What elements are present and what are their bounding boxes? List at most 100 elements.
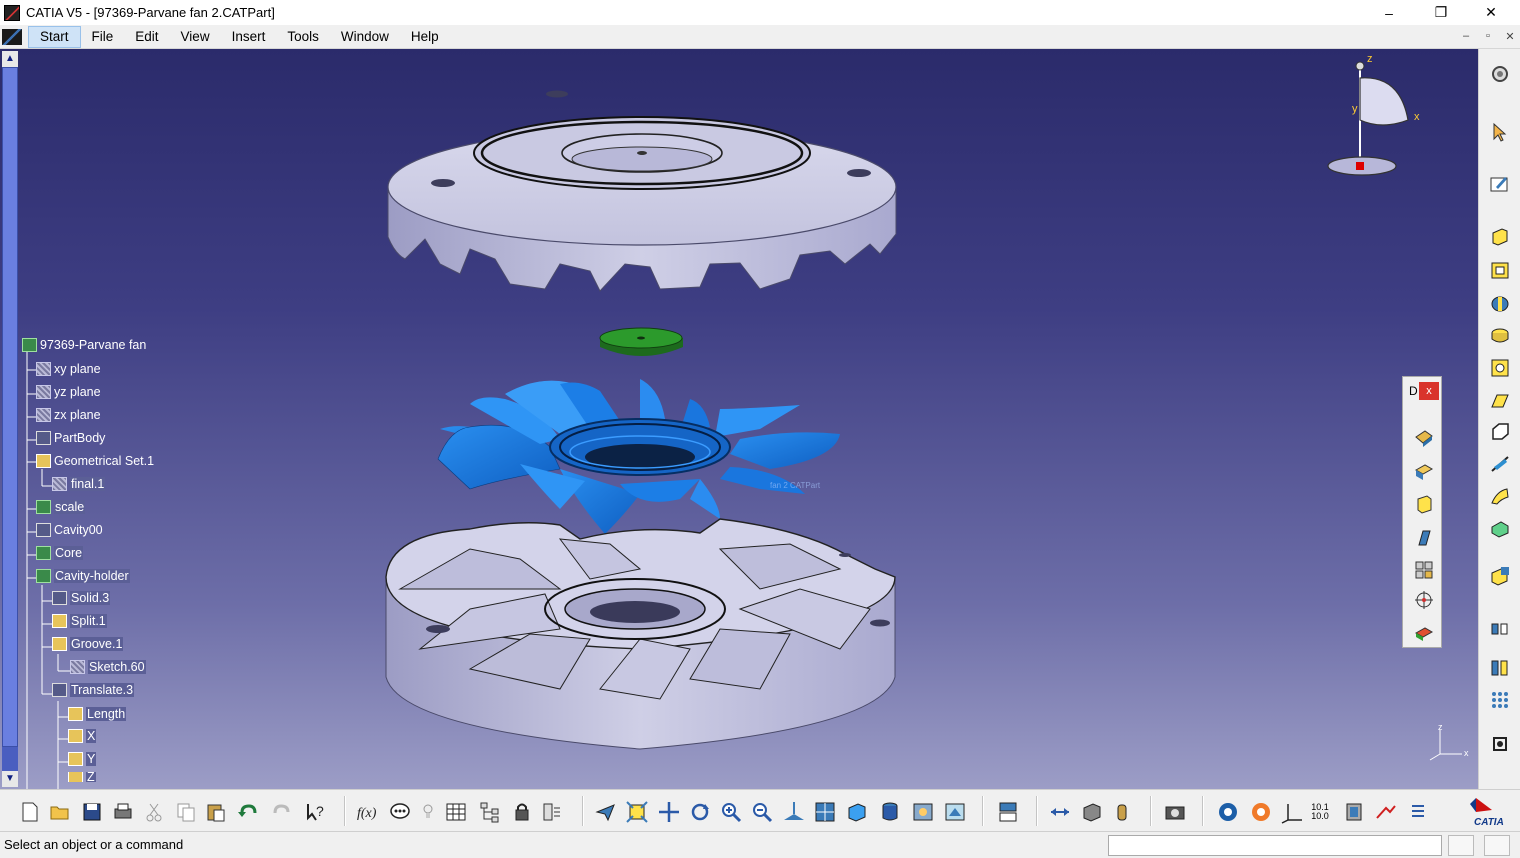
loft-icon[interactable]	[1489, 485, 1511, 507]
maximize-button[interactable]: ❐	[1418, 0, 1464, 25]
table-icon[interactable]	[444, 800, 468, 824]
fillet-icon[interactable]	[1489, 517, 1511, 539]
measure-item-icon[interactable]	[1080, 800, 1104, 824]
tree-item-translate[interactable]: Translate.3	[52, 683, 135, 697]
groove-icon[interactable]	[1489, 325, 1511, 347]
tree-item-zx-plane[interactable]: zx plane	[36, 408, 101, 422]
catia-app-icon[interactable]	[4, 4, 20, 21]
open-icon[interactable]	[48, 800, 72, 824]
thickness-icon[interactable]	[1413, 461, 1435, 483]
knowledge-icon[interactable]	[388, 800, 412, 824]
tree-item-y[interactable]: Y	[68, 752, 97, 766]
new-icon[interactable]	[18, 800, 42, 824]
pattern-icon[interactable]	[1413, 559, 1435, 581]
tree-item-solid[interactable]: Solid.3	[52, 591, 111, 605]
light-bulb-icon[interactable]	[416, 800, 440, 824]
measure-icon[interactable]	[1489, 689, 1511, 711]
tree-item-split[interactable]: Split.1	[52, 614, 107, 628]
top-plate-part[interactable]	[387, 90, 897, 292]
measure-between-icon[interactable]	[1048, 800, 1072, 824]
block-icon[interactable]	[1413, 493, 1435, 515]
shell-icon[interactable]	[1489, 617, 1511, 639]
menu-start[interactable]: Start	[28, 25, 81, 48]
capture-icon[interactable]	[1163, 800, 1187, 824]
menu-help[interactable]: Help	[400, 25, 450, 49]
menu-edit[interactable]: Edit	[124, 25, 169, 49]
pan-icon[interactable]	[657, 800, 681, 824]
shading-icon[interactable]	[878, 800, 902, 824]
menu-window[interactable]: Window	[330, 25, 400, 49]
draft-icon[interactable]	[1413, 527, 1435, 549]
rib-icon[interactable]	[1489, 389, 1511, 411]
render-icon[interactable]	[1249, 800, 1273, 824]
analysis-icon[interactable]	[1342, 800, 1366, 824]
shell-icon[interactable]	[1413, 427, 1435, 449]
zoom-in-icon[interactable]	[719, 800, 743, 824]
compass-widget[interactable]: z y x	[1322, 50, 1422, 182]
tree-item-sketch[interactable]: Sketch.60	[70, 660, 146, 674]
menu-file[interactable]: File	[81, 25, 125, 49]
whats-this-icon[interactable]: ?	[304, 800, 328, 824]
palette-close-button[interactable]: x	[1419, 382, 1439, 400]
inertia-icon[interactable]	[1110, 800, 1134, 824]
catalog-icon[interactable]	[540, 800, 564, 824]
pad-icon[interactable]	[1489, 225, 1511, 247]
iso-view-icon[interactable]	[845, 800, 869, 824]
multi-view-icon[interactable]	[813, 800, 837, 824]
apply-material-icon[interactable]	[943, 800, 967, 824]
hole-icon[interactable]	[1489, 357, 1511, 379]
swap-icon[interactable]	[996, 800, 1020, 824]
units-label[interactable]: 10.1 10.0	[1308, 800, 1332, 824]
redo-icon[interactable]	[270, 800, 294, 824]
tree-item-groove[interactable]: Groove.1	[52, 637, 124, 651]
cavity-holder-part[interactable]	[385, 518, 896, 750]
list-icon[interactable]	[1406, 800, 1430, 824]
tree-item-x[interactable]: X	[68, 729, 97, 743]
compass-icon[interactable]	[1216, 800, 1240, 824]
select-arrow-icon[interactable]	[1489, 121, 1511, 143]
mdi-close-button[interactable]: ✕	[1500, 27, 1520, 45]
tree-item-yz-plane[interactable]: yz plane	[36, 385, 101, 399]
sketcher-icon[interactable]	[1489, 173, 1511, 195]
undo-icon[interactable]	[236, 800, 260, 824]
mdi-restore-button[interactable]: ▫	[1478, 27, 1498, 45]
mdi-minimize-button[interactable]: –	[1456, 27, 1476, 45]
stiffener-icon[interactable]	[1489, 453, 1511, 475]
copy-icon[interactable]	[174, 800, 198, 824]
formula-icon[interactable]: f(x)	[356, 800, 380, 824]
split-icon[interactable]	[1413, 621, 1435, 643]
fit-all-icon[interactable]	[625, 800, 649, 824]
tree-item-partbody[interactable]: PartBody	[36, 431, 105, 445]
lock-icon[interactable]	[510, 800, 534, 824]
normal-view-icon[interactable]	[782, 800, 806, 824]
settings-icon[interactable]	[1489, 63, 1511, 85]
paste-icon[interactable]	[204, 800, 228, 824]
tree-item-z[interactable]: Z	[68, 772, 96, 782]
menu-view[interactable]: View	[170, 25, 221, 49]
tree-item-core[interactable]: Core	[36, 546, 84, 560]
zoom-out-icon[interactable]	[750, 800, 774, 824]
shaft-icon[interactable]	[1489, 293, 1511, 315]
tree-icon[interactable]	[478, 800, 502, 824]
palette-header[interactable]: D x	[1403, 377, 1441, 405]
close-button[interactable]: ✕	[1468, 0, 1514, 25]
snap-icon[interactable]	[1374, 800, 1398, 824]
fly-icon[interactable]	[594, 800, 618, 824]
floating-toolbar-palette[interactable]: D x	[1402, 376, 1442, 648]
tree-item-geometrical-set[interactable]: Geometrical Set.1	[36, 454, 154, 468]
pattern-icon[interactable]	[1489, 657, 1511, 679]
material-icon[interactable]	[911, 800, 935, 824]
tree-item-cavity-holder[interactable]: Cavity-holder	[36, 569, 130, 583]
power-input-field[interactable]	[1108, 835, 1442, 856]
tree-root[interactable]: 97369-Parvane fan	[22, 338, 146, 352]
green-washer-part[interactable]	[599, 327, 683, 356]
tree-item-final[interactable]: final.1	[52, 477, 106, 491]
target-icon[interactable]	[1413, 589, 1435, 611]
menu-insert[interactable]: Insert	[221, 25, 277, 49]
rotate-icon[interactable]	[688, 800, 712, 824]
slot-icon[interactable]	[1489, 421, 1511, 443]
save-icon[interactable]	[80, 800, 104, 824]
print-icon[interactable]	[111, 800, 135, 824]
document-icon[interactable]	[2, 28, 22, 45]
menu-tools[interactable]: Tools	[276, 25, 330, 49]
